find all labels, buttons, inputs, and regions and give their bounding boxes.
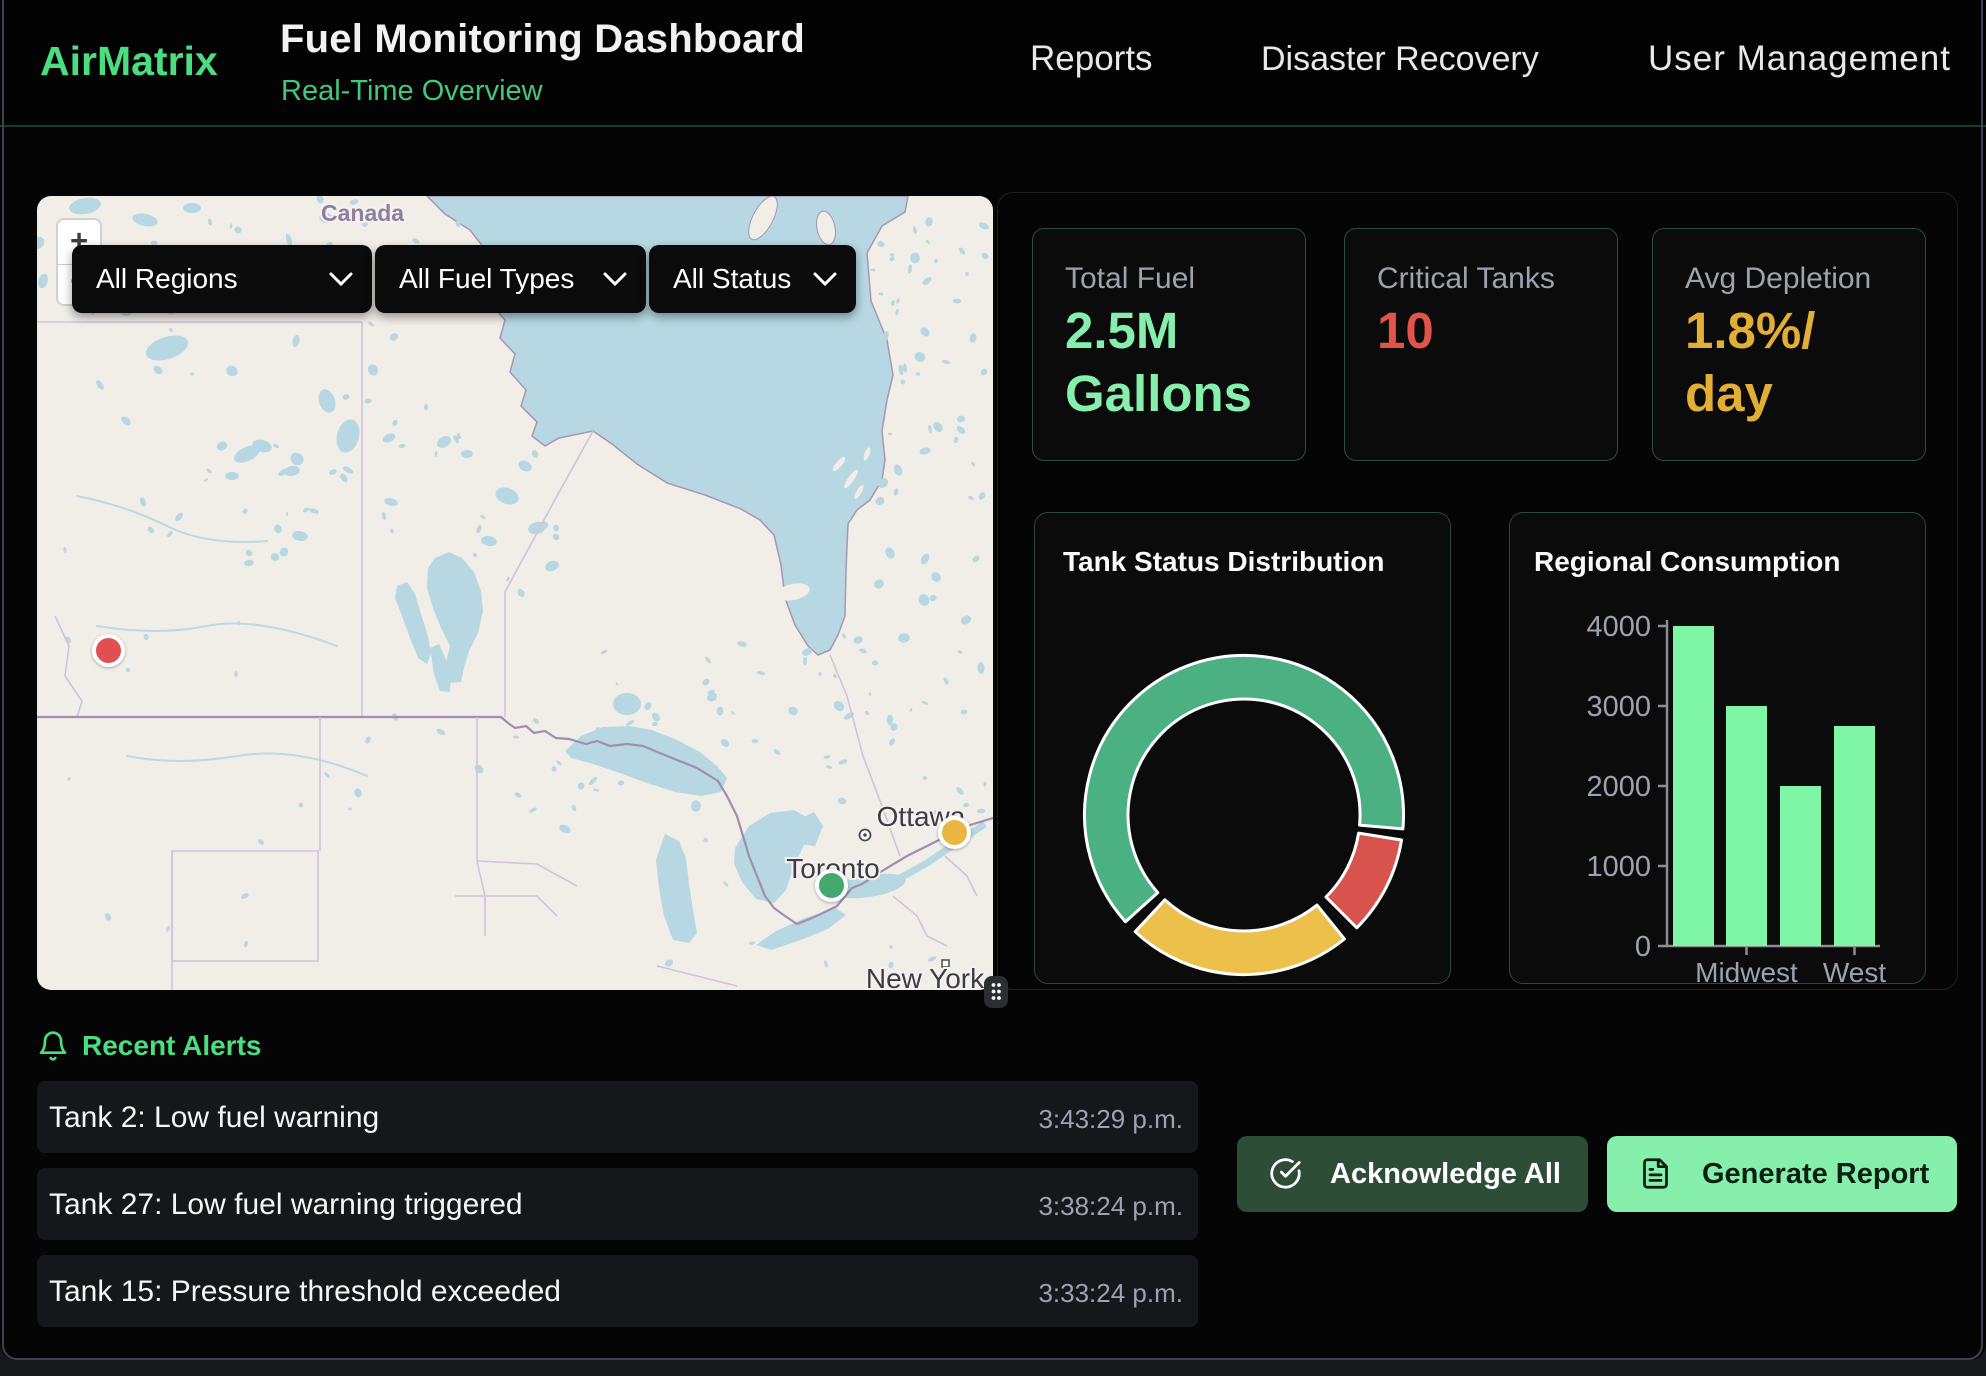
svg-text:2000: 2000 (1586, 771, 1651, 803)
svg-text:4000: 4000 (1586, 611, 1651, 643)
svg-text:3000: 3000 (1586, 691, 1651, 723)
svg-text:Canada: Canada (321, 200, 404, 226)
svg-text:0: 0 (1635, 931, 1651, 963)
svg-text:New York: New York (866, 963, 985, 990)
svg-text:Midwest: Midwest (1695, 957, 1798, 985)
svg-text:West: West (1823, 957, 1886, 985)
svg-text:1000: 1000 (1586, 851, 1651, 883)
